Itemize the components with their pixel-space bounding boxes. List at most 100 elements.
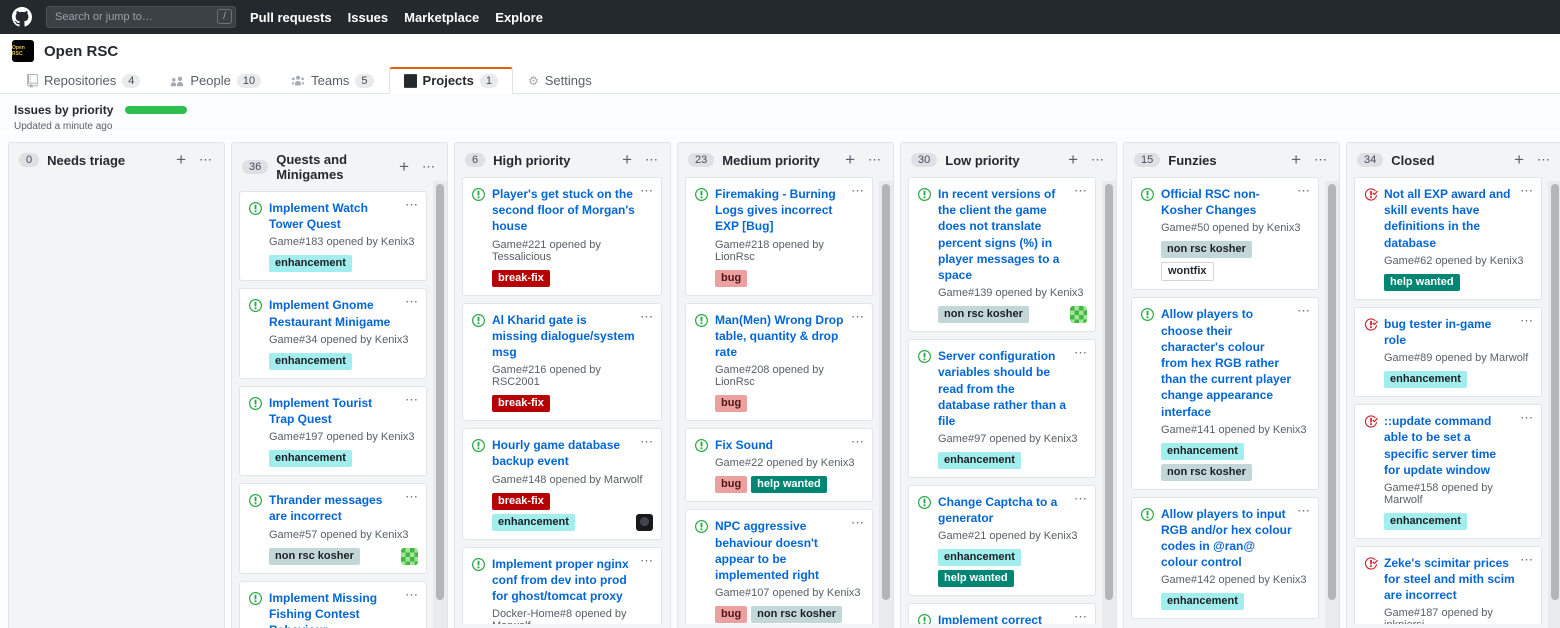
issue-title[interactable]: Implement correct adding/removing friend… xyxy=(938,612,1085,624)
issue-label[interactable]: enhancement xyxy=(269,255,352,272)
issue-card[interactable]: Hourly game database backup eventGame#14… xyxy=(462,428,662,539)
nav-issues[interactable]: Issues xyxy=(348,10,388,25)
issue-label[interactable]: enhancement xyxy=(269,450,352,467)
issue-card[interactable]: Implement proper nginx conf from dev int… xyxy=(462,547,662,625)
issue-title[interactable]: NPC aggressive behaviour doesn't appear … xyxy=(715,518,862,583)
issue-label[interactable]: enhancement xyxy=(938,549,1021,566)
scrollbar-thumb[interactable] xyxy=(882,184,890,600)
card-menu-button[interactable]: ⋯ xyxy=(640,553,653,569)
issue-card[interactable]: In recent versions of the client the gam… xyxy=(908,177,1096,332)
card-menu-button[interactable]: ⋯ xyxy=(851,309,864,325)
issue-title[interactable]: Change Captcha to a generator xyxy=(938,494,1085,526)
issue-title[interactable]: Implement Tourist Trap Quest xyxy=(269,395,416,427)
column-scrollbar[interactable] xyxy=(1325,181,1339,628)
card-menu-button[interactable]: ⋯ xyxy=(640,183,653,199)
search-input[interactable] xyxy=(46,6,236,28)
card-menu-button[interactable]: ⋯ xyxy=(405,197,418,213)
issue-card[interactable]: Allow players to choose their character'… xyxy=(1131,297,1319,489)
card-menu-button[interactable]: ⋯ xyxy=(851,515,864,531)
card-menu-button[interactable]: ⋯ xyxy=(1297,303,1310,319)
issue-label[interactable]: enhancement xyxy=(1384,513,1467,530)
issue-card[interactable]: Implement Missing Fishing Contest Behavi… xyxy=(239,581,427,628)
issue-title[interactable]: Player's get stuck on the second floor o… xyxy=(492,186,651,235)
issue-label[interactable]: help wanted xyxy=(751,476,827,493)
project-title[interactable]: Issues by priority xyxy=(14,103,113,117)
issue-title[interactable]: Fix Sound xyxy=(715,437,862,453)
nav-marketplace[interactable]: Marketplace xyxy=(404,10,479,25)
card-menu-button[interactable]: ⋯ xyxy=(851,434,864,450)
issue-title[interactable]: ::update command able to be set a specif… xyxy=(1384,413,1531,478)
issue-label[interactable]: enhancement xyxy=(1161,443,1244,460)
issue-label[interactable]: non rsc kosher xyxy=(1161,241,1252,258)
nav-pull-requests[interactable]: Pull requests xyxy=(250,10,332,25)
card-menu-button[interactable]: ⋯ xyxy=(1074,345,1087,361)
issue-label[interactable]: enhancement xyxy=(269,353,352,370)
issue-label[interactable]: non rsc kosher xyxy=(269,548,360,565)
issue-label[interactable]: enhancement xyxy=(1384,371,1467,388)
issue-title[interactable]: bug tester in-game role xyxy=(1384,316,1531,348)
tab-teams[interactable]: Teams 5 xyxy=(276,68,388,93)
tab-settings[interactable]: ⚙ Settings xyxy=(513,68,607,93)
issue-card[interactable]: Change Captcha to a generatorGame#21 ope… xyxy=(908,485,1096,596)
card-menu-button[interactable]: ⋯ xyxy=(405,587,418,603)
column-menu-button[interactable]: ⋯ xyxy=(1535,152,1552,168)
card-menu-button[interactable]: ⋯ xyxy=(1074,491,1087,507)
issue-card[interactable]: Man(Men) Wrong Drop table, quantity & dr… xyxy=(685,303,873,422)
issue-title[interactable]: Official RSC non-Kosher Changes xyxy=(1161,186,1308,218)
scrollbar-thumb[interactable] xyxy=(1551,184,1559,600)
card-menu-button[interactable]: ⋯ xyxy=(1520,552,1533,568)
issue-card[interactable]: Implement Gnome Restaurant MinigameGame#… xyxy=(239,288,427,378)
issue-label[interactable]: enhancement xyxy=(492,514,575,531)
card-menu-button[interactable]: ⋯ xyxy=(1074,183,1087,199)
card-menu-button[interactable]: ⋯ xyxy=(405,392,418,408)
issue-label[interactable]: enhancement xyxy=(1161,593,1244,610)
tab-projects[interactable]: Projects 1 xyxy=(389,67,513,94)
issue-title[interactable]: Implement proper nginx conf from dev int… xyxy=(492,556,651,605)
issue-card[interactable]: Implement Watch Tower QuestGame#183 open… xyxy=(239,191,427,281)
issue-card[interactable]: Fix SoundGame#22 opened by Kenix3bughelp… xyxy=(685,428,873,502)
github-logo-icon[interactable] xyxy=(12,7,32,27)
issue-card[interactable]: ::update command able to be set a specif… xyxy=(1354,404,1542,539)
issue-label[interactable]: non rsc kosher xyxy=(938,306,1029,323)
issue-card[interactable]: Player's get stuck on the second floor o… xyxy=(462,177,662,296)
add-card-button[interactable]: + xyxy=(173,154,189,166)
issue-title[interactable]: Allow players to choose their character'… xyxy=(1161,306,1308,419)
add-card-button[interactable]: + xyxy=(1065,154,1081,166)
scrollbar-thumb[interactable] xyxy=(1105,184,1113,600)
issue-label[interactable]: enhancement xyxy=(938,452,1021,469)
column-scrollbar[interactable] xyxy=(879,181,893,628)
issue-card[interactable]: Not all EXP award and skill events have … xyxy=(1354,177,1542,300)
nav-explore[interactable]: Explore xyxy=(495,10,543,25)
issue-card[interactable]: Server configuration variables should be… xyxy=(908,339,1096,478)
column-menu-button[interactable]: ⋯ xyxy=(1089,152,1106,168)
column-scrollbar[interactable] xyxy=(1102,181,1116,628)
issue-card[interactable]: Thrander messages are incorrectGame#57 o… xyxy=(239,483,427,573)
issue-card[interactable]: Allow players to input RGB and/or hex co… xyxy=(1131,497,1319,620)
add-card-button[interactable]: + xyxy=(842,154,858,166)
issue-title[interactable]: Server configuration variables should be… xyxy=(938,348,1085,429)
issue-label[interactable]: wontfix xyxy=(1161,262,1214,281)
issue-title[interactable]: In recent versions of the client the gam… xyxy=(938,186,1085,283)
issue-title[interactable]: Implement Watch Tower Quest xyxy=(269,200,416,232)
card-menu-button[interactable]: ⋯ xyxy=(1520,313,1533,329)
column-menu-button[interactable]: ⋯ xyxy=(197,152,214,168)
issue-card[interactable]: Official RSC non-Kosher ChangesGame#50 o… xyxy=(1131,177,1319,290)
card-menu-button[interactable]: ⋯ xyxy=(1520,183,1533,199)
issue-title[interactable]: Zeke's scimitar prices for steel and mit… xyxy=(1384,555,1531,604)
column-menu-button[interactable]: ⋯ xyxy=(1312,152,1329,168)
issue-title[interactable]: Implement Missing Fishing Contest Behavi… xyxy=(269,590,416,628)
card-menu-button[interactable]: ⋯ xyxy=(640,309,653,325)
add-card-button[interactable]: + xyxy=(619,154,635,166)
add-card-button[interactable]: + xyxy=(1288,154,1304,166)
issue-card[interactable]: Firemaking - Burning Logs gives incorrec… xyxy=(685,177,873,296)
issue-label[interactable]: non rsc kosher xyxy=(751,606,842,623)
tab-people[interactable]: People 10 xyxy=(155,68,276,93)
issue-card[interactable]: bug tester in-game roleGame#89 opened by… xyxy=(1354,307,1542,397)
card-menu-button[interactable]: ⋯ xyxy=(1297,503,1310,519)
issue-label[interactable]: bug xyxy=(715,476,747,493)
scrollbar-thumb[interactable] xyxy=(1328,184,1336,600)
card-menu-button[interactable]: ⋯ xyxy=(405,294,418,310)
org-name[interactable]: Open RSC xyxy=(44,43,118,60)
issue-label[interactable]: help wanted xyxy=(938,570,1014,587)
issue-label[interactable]: break-fix xyxy=(492,395,550,412)
